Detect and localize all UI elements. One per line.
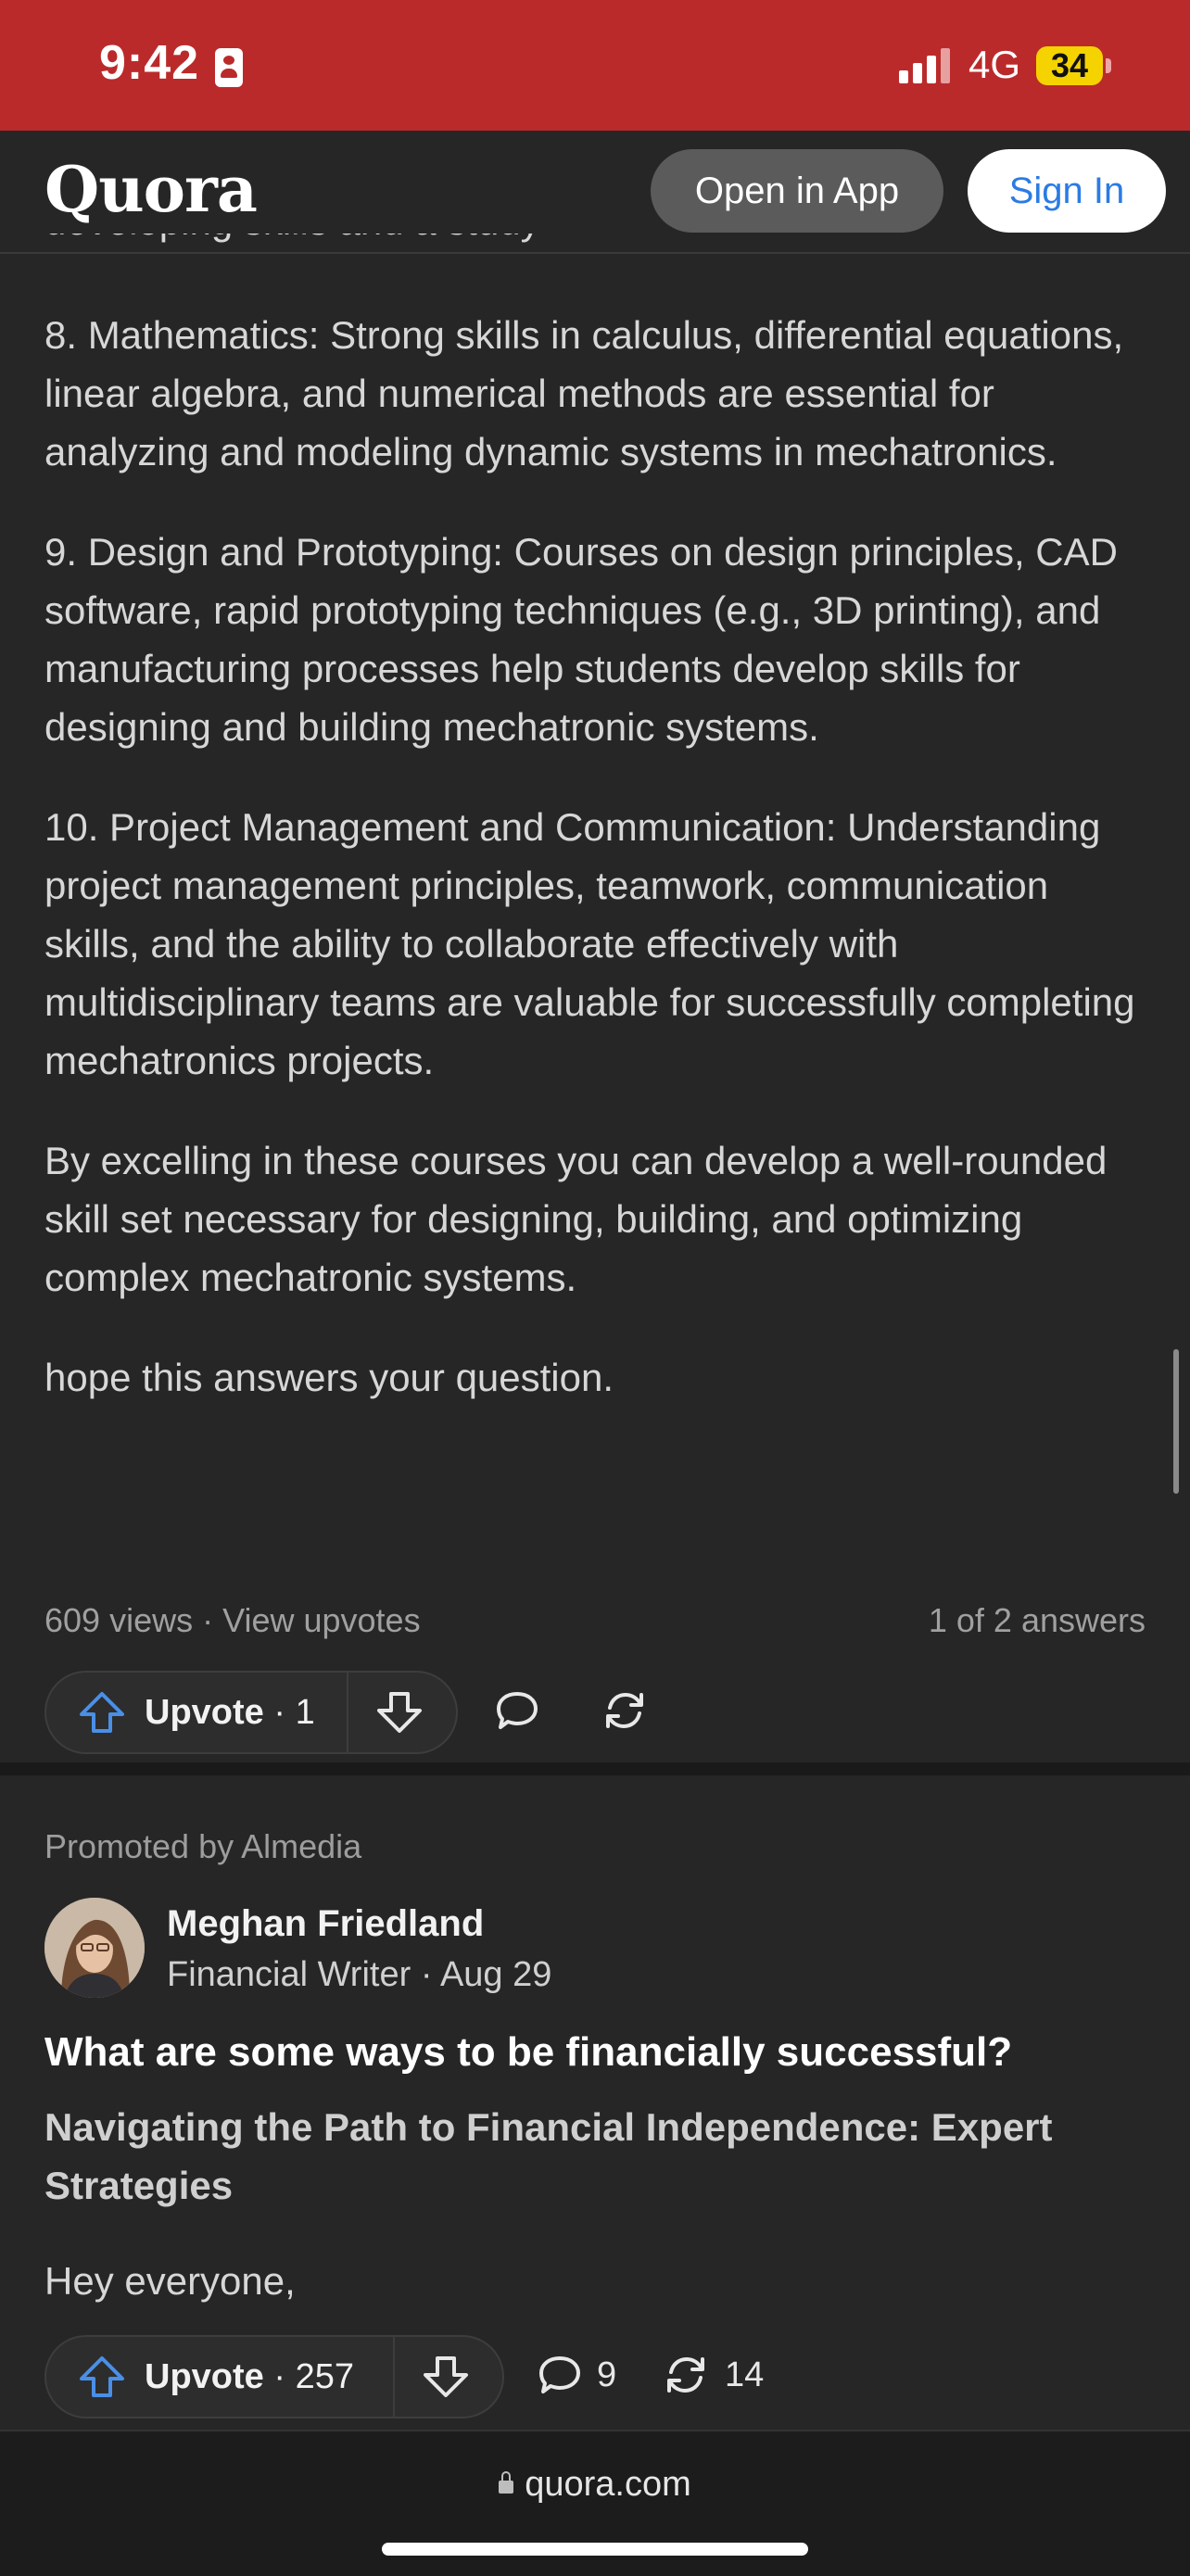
- battery-icon: 34: [1036, 46, 1103, 85]
- upvote-count: 257: [295, 2356, 354, 2396]
- comment-count: 9: [597, 2355, 617, 2394]
- upvote-arrow-icon: [80, 1692, 124, 1733]
- upvote-button[interactable]: Upvote · 1: [46, 1673, 315, 1752]
- answer-paragraph: 9. Design and Prototyping: Courses on de…: [44, 530, 1118, 749]
- downvote-button[interactable]: [348, 1673, 450, 1752]
- author-credential: Financial Writer · Aug 29: [167, 1955, 551, 1995]
- battery-tip: [1106, 58, 1111, 73]
- network-type: 4G: [968, 43, 1021, 86]
- promoted-teaser: Hey everyone,: [44, 2259, 296, 2303]
- downvote-arrow-icon: [424, 2356, 468, 2397]
- url-text: quora.com: [525, 2465, 691, 2504]
- answer-actions: Upvote · 1: [44, 1671, 693, 1754]
- lock-icon: [499, 2471, 514, 2494]
- upvote-arrow-icon: [80, 2356, 124, 2397]
- vote-pill: Upvote · 1: [44, 1671, 458, 1754]
- clipped-text-line: developing skills and a study: [44, 234, 563, 252]
- address-bar[interactable]: quora.com: [0, 2465, 1190, 2505]
- share-cycle-icon: [606, 1692, 643, 1729]
- author-avatar[interactable]: [44, 1898, 145, 1998]
- answer-paragraph: By excelling in these courses you can de…: [44, 1139, 1108, 1299]
- comment-button[interactable]: 9: [538, 2335, 616, 2415]
- promoted-subtitle[interactable]: Navigating the Path to Financial Indepen…: [44, 2098, 1157, 2215]
- open-in-app-button[interactable]: Open in App: [651, 149, 943, 233]
- cellular-signal-icon: [899, 48, 955, 83]
- browser-bottom-bar: quora.com: [0, 2430, 1190, 2576]
- comment-bubble-icon: [497, 1692, 538, 1729]
- comment-button[interactable]: [495, 1671, 539, 1750]
- answer-paragraph: hope this answers your question.: [44, 1356, 614, 1399]
- upvote-label: Upvote: [145, 1692, 264, 1732]
- meta-separator: ·: [202, 1601, 223, 1639]
- downvote-arrow-icon: [377, 1692, 422, 1733]
- vote-pill: Upvote · 257: [44, 2335, 504, 2418]
- share-count: 14: [725, 2355, 765, 2394]
- status-time: 9:42: [99, 36, 200, 90]
- author-name[interactable]: Meghan Friedland: [167, 1903, 484, 1945]
- comment-bubble-icon: [539, 2356, 580, 2393]
- credential-separator: ·: [420, 1955, 440, 1994]
- view-count: 609 views: [44, 1601, 194, 1639]
- home-indicator[interactable]: [382, 2543, 808, 2556]
- promoted-actions: Upvote · 257 9 14: [44, 2335, 786, 2418]
- view-upvotes-link[interactable]: View upvotes: [222, 1601, 420, 1639]
- share-button[interactable]: [601, 1671, 649, 1750]
- answer-paragraph: 8. Mathematics: Strong skills in calculu…: [44, 313, 1124, 474]
- contact-badge-icon: [215, 48, 243, 87]
- upvote-label: Upvote: [145, 2356, 264, 2396]
- upvote-count: 1: [295, 1692, 315, 1732]
- upvote-separator: ·: [263, 2356, 296, 2396]
- section-divider: [0, 1762, 1190, 1775]
- status-bar: 9:42 4G 34: [0, 0, 1190, 131]
- promoted-label[interactable]: Promoted by Almedia: [44, 1827, 361, 1866]
- scrollbar[interactable]: [1173, 1349, 1179, 1494]
- promoted-question-title[interactable]: What are some ways to be financially suc…: [44, 2029, 1157, 2076]
- answer-paragraph: 10. Project Management and Communication…: [44, 805, 1135, 1082]
- answer-meta: 609 views · View upvotes 1 of 2 answers: [44, 1601, 1146, 1640]
- author-title: Financial Writer: [167, 1955, 411, 1994]
- author-photo: [44, 1898, 145, 1998]
- answer-body: 8. Mathematics: Strong skills in calculu…: [44, 306, 1147, 1448]
- sign-in-button[interactable]: Sign In: [968, 149, 1166, 233]
- post-date: Aug 29: [439, 1955, 552, 1994]
- quora-logo[interactable]: Quora: [44, 153, 258, 227]
- answer-position: 1 of 2 answers: [928, 1601, 1146, 1639]
- share-button[interactable]: 14: [662, 2335, 764, 2415]
- upvote-separator: ·: [263, 1692, 296, 1732]
- share-cycle-icon: [667, 2356, 704, 2393]
- upvote-button[interactable]: Upvote · 257: [46, 2337, 354, 2417]
- downvote-button[interactable]: [395, 2337, 497, 2417]
